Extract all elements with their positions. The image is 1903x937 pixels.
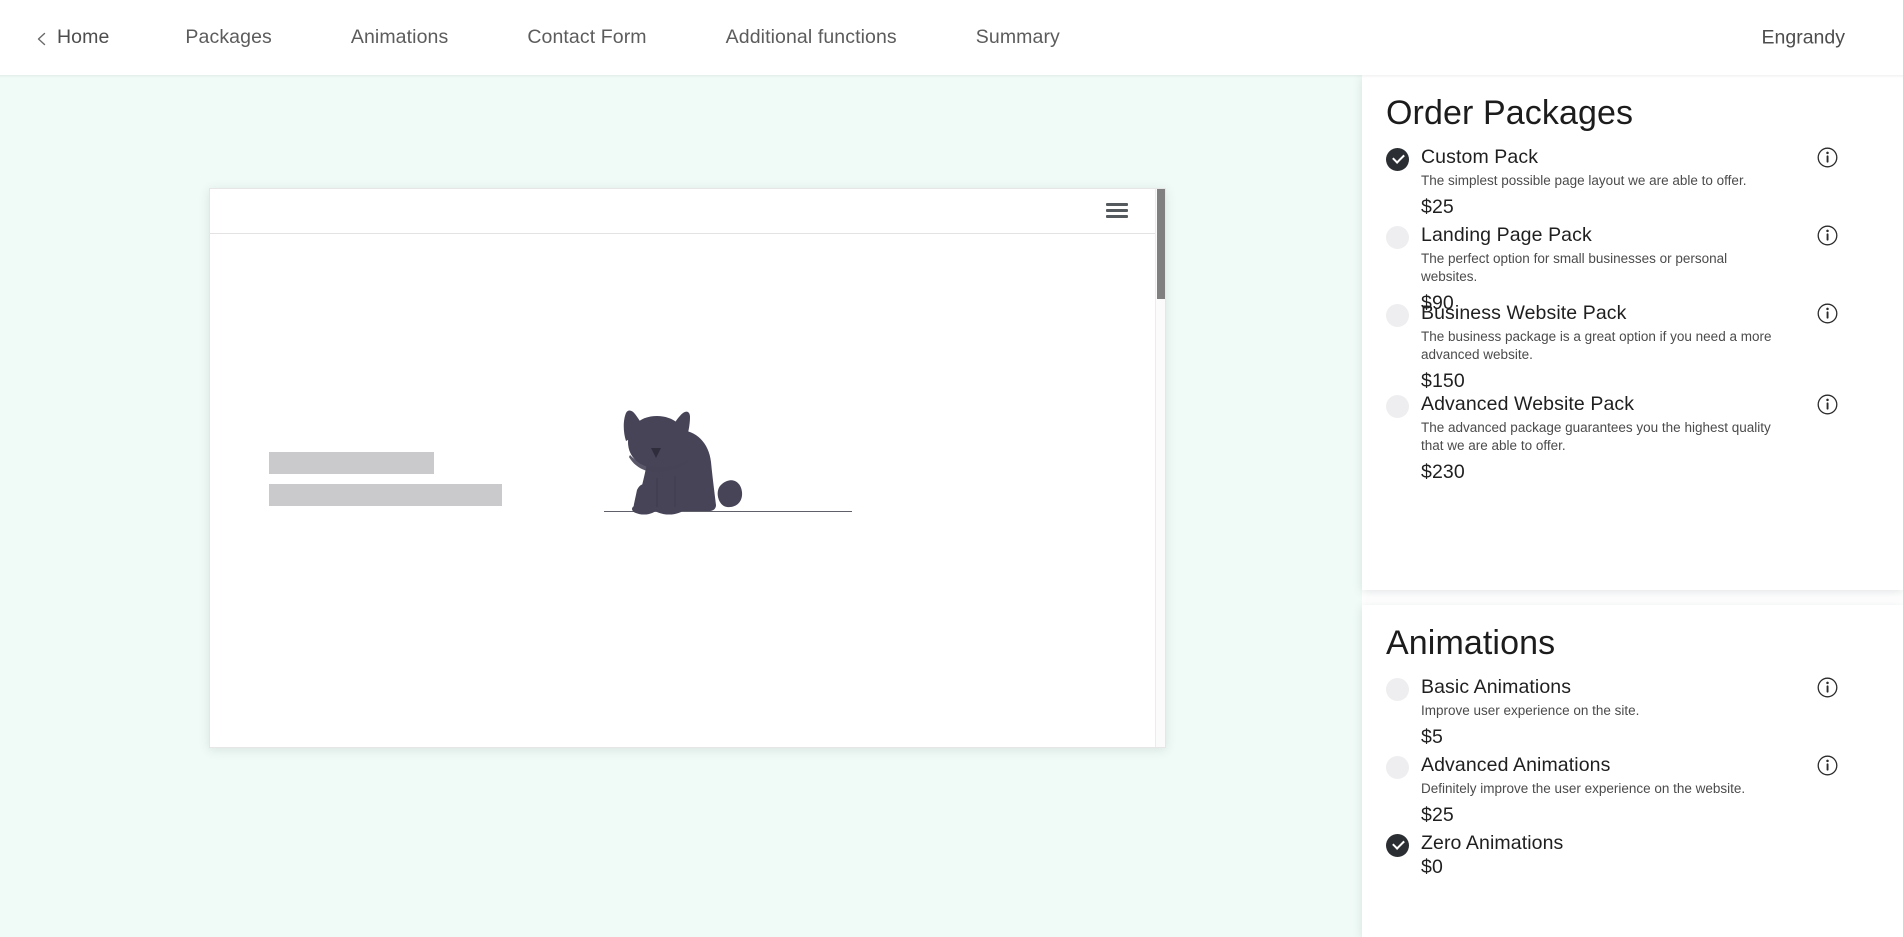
- animation-option-body: Basic Animations Improve user experience…: [1421, 676, 1786, 749]
- order-packages-title: Order Packages: [1386, 94, 1634, 132]
- chevron-left-icon: [36, 32, 48, 45]
- package-option-name: Advanced Website Pack: [1421, 393, 1635, 415]
- nav-item-contact-form-label: Contact Form: [527, 25, 647, 48]
- hamburger-line: [1106, 215, 1128, 218]
- animation-radio-zero-animations[interactable]: [1386, 834, 1409, 857]
- animation-option-description: Improve user experience on the site.: [1421, 703, 1640, 718]
- package-option-description: The business package is a great option i…: [1421, 329, 1772, 362]
- info-circle-icon[interactable]: [1817, 755, 1838, 776]
- placeholder-text-bar: [269, 484, 502, 506]
- info-circle-icon[interactable]: [1817, 147, 1838, 168]
- package-option-description: The advanced package guarantees you the …: [1421, 420, 1771, 453]
- package-option-price: $25: [1421, 195, 1454, 218]
- info-circle-icon[interactable]: [1817, 225, 1838, 246]
- package-option-body: Business Website Pack The business packa…: [1421, 302, 1786, 393]
- nav-item-packages[interactable]: Packages: [185, 25, 272, 48]
- preview-scrollbar-thumb[interactable]: [1157, 189, 1165, 299]
- animations-title: Animations: [1386, 624, 1556, 662]
- info-circle-icon[interactable]: [1817, 677, 1838, 698]
- animation-option-name: Advanced Animations: [1421, 754, 1611, 776]
- animation-option-price: $5: [1421, 725, 1443, 748]
- package-radio-business-website-pack[interactable]: [1386, 304, 1409, 327]
- animation-option-price: $25: [1421, 803, 1454, 826]
- preview-scrollbar-track[interactable]: [1155, 189, 1165, 747]
- nav-back-home-label: Home: [57, 25, 110, 48]
- package-option-body: Custom Pack The simplest possible page l…: [1421, 146, 1786, 219]
- animation-option-advanced-animations[interactable]: Advanced Animations Definitely improve t…: [1386, 754, 1838, 827]
- brand-name-label: Engrandy: [1761, 26, 1845, 48]
- animation-option-basic-animations[interactable]: Basic Animations Improve user experience…: [1386, 676, 1838, 749]
- preview-stage: [0, 75, 1353, 937]
- package-option-price: $230: [1421, 460, 1465, 483]
- website-preview-mockup: [209, 188, 1166, 748]
- sitting-cat-illustration: [603, 410, 903, 530]
- package-option-body: Advanced Website Pack The advanced packa…: [1421, 393, 1786, 484]
- top-navigation-bar: Home Packages Animations Contact Form Ad…: [0, 0, 1903, 75]
- order-packages-card: Order Packages Custom Pack The simplest …: [1362, 75, 1903, 590]
- package-option-name: Business Website Pack: [1421, 302, 1627, 324]
- animation-radio-basic-animations[interactable]: [1386, 678, 1409, 701]
- hamburger-line: [1106, 203, 1128, 206]
- package-option-advanced-website-pack[interactable]: Advanced Website Pack The advanced packa…: [1386, 393, 1838, 484]
- animation-option-body: Zero Animations $0: [1421, 832, 1786, 879]
- nav-item-additional-functions[interactable]: Additional functions: [725, 25, 897, 48]
- nav-item-animations-label: Animations: [350, 25, 449, 48]
- hamburger-menu-icon[interactable]: [1106, 202, 1128, 220]
- nav-back-home[interactable]: Home: [36, 25, 110, 48]
- animation-option-description: Definitely improve the user experience o…: [1421, 781, 1746, 796]
- info-circle-icon[interactable]: [1817, 394, 1838, 415]
- rail-background-strip: [1353, 75, 1362, 937]
- package-radio-advanced-website-pack[interactable]: [1386, 395, 1409, 418]
- animation-option-name: Zero Animations: [1421, 832, 1564, 854]
- animation-option-name: Basic Animations: [1421, 676, 1572, 698]
- package-option-custom-pack[interactable]: Custom Pack The simplest possible page l…: [1386, 146, 1838, 219]
- package-option-description: The simplest possible page layout we are…: [1421, 173, 1747, 188]
- nav-item-summary-label: Summary: [975, 25, 1060, 48]
- animations-card: Animations Basic Animations Improve user…: [1362, 605, 1903, 937]
- package-option-business-website-pack[interactable]: Business Website Pack The business packa…: [1386, 302, 1838, 393]
- package-option-name: Custom Pack: [1421, 146, 1539, 168]
- nav-item-animations[interactable]: Animations: [350, 25, 449, 48]
- mockup-content-area: [210, 235, 1155, 747]
- nav-item-additional-functions-label: Additional functions: [725, 25, 897, 48]
- nav-item-summary[interactable]: Summary: [975, 25, 1060, 48]
- brand-name[interactable]: Engrandy: [1762, 26, 1845, 49]
- package-radio-landing-page-pack[interactable]: [1386, 226, 1409, 249]
- options-panel: Order Packages Custom Pack The simplest …: [1353, 75, 1903, 937]
- mockup-header-bar: [210, 189, 1165, 234]
- package-radio-custom-pack[interactable]: [1386, 148, 1409, 171]
- animation-option-price: $0: [1421, 856, 1443, 878]
- nav-item-contact-form[interactable]: Contact Form: [527, 25, 647, 48]
- placeholder-heading-bar: [269, 452, 434, 474]
- animation-option-body: Advanced Animations Definitely improve t…: [1421, 754, 1786, 827]
- package-option-name: Landing Page Pack: [1421, 224, 1592, 246]
- nav-links-group: Home Packages Animations Contact Form Ad…: [0, 0, 1060, 75]
- package-option-price: $150: [1421, 369, 1465, 392]
- animation-radio-advanced-animations[interactable]: [1386, 756, 1409, 779]
- animation-option-zero-animations[interactable]: Zero Animations $0: [1386, 832, 1786, 879]
- package-option-description: The perfect option for small businesses …: [1421, 251, 1728, 284]
- nav-item-packages-label: Packages: [185, 25, 272, 48]
- info-circle-icon[interactable]: [1817, 303, 1838, 324]
- hamburger-line: [1106, 209, 1128, 212]
